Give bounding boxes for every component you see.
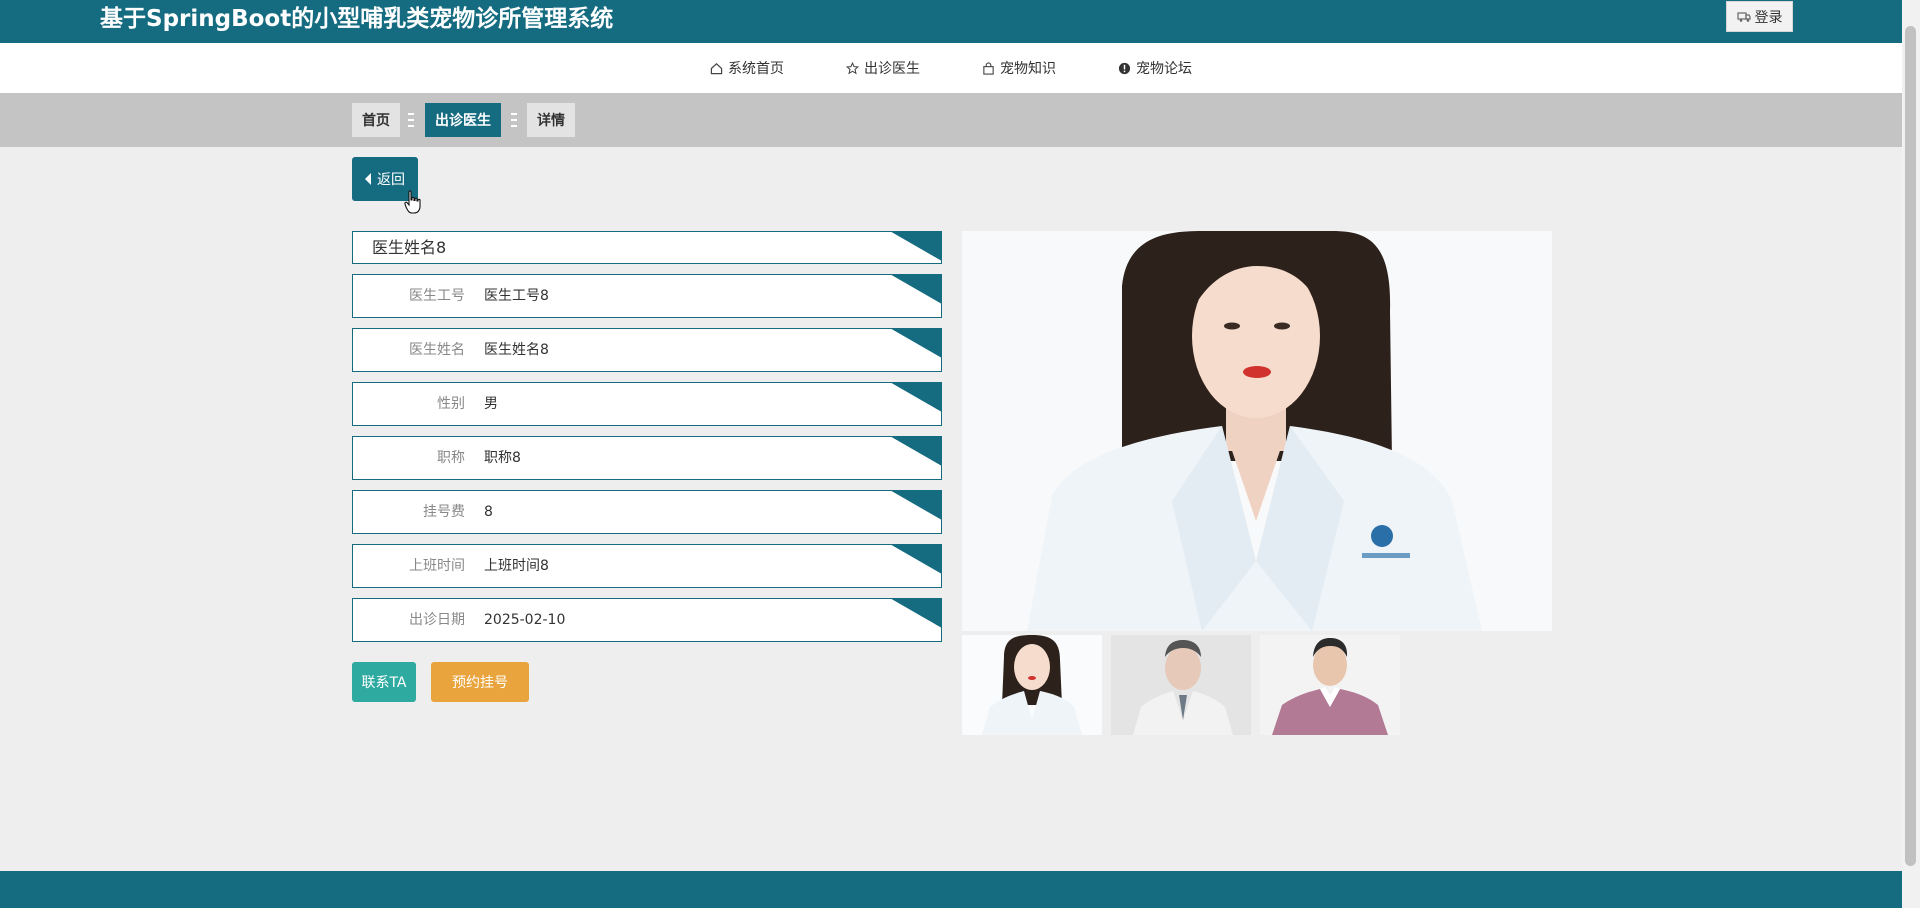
field-label: 医生工号 [409, 288, 465, 304]
thumbnail-2[interactable] [1111, 635, 1251, 735]
nav-item-label: 宠物论坛 [1136, 61, 1192, 77]
corner-ribbon [889, 491, 941, 521]
field-label: 性别 [437, 396, 465, 412]
field-value: 医生工号8 [484, 288, 549, 304]
truck-icon [1736, 11, 1751, 22]
thumbnail-3[interactable] [1260, 635, 1400, 735]
login-button[interactable]: 登录 [1726, 1, 1793, 32]
corner-ribbon [889, 437, 941, 467]
corner-ribbon [889, 232, 941, 262]
login-label: 登录 [1754, 9, 1783, 26]
field-label: 挂号费 [423, 504, 465, 520]
nav-item-forum[interactable]: 宠物论坛 [1118, 43, 1192, 93]
nav-item-knowledge[interactable]: 宠物知识 [982, 43, 1056, 93]
field-value: 男 [484, 396, 498, 412]
footer-bar [0, 871, 1902, 908]
site-title: 基于SpringBoot的小型哺乳类宠物诊所管理系统 [100, 6, 614, 32]
field-value: 2025-02-10 [484, 612, 566, 628]
top-header-bar: 基于SpringBoot的小型哺乳类宠物诊所管理系统 登录 [0, 0, 1902, 43]
star-icon [846, 61, 859, 74]
nav-item-label: 系统首页 [728, 61, 784, 77]
main-nav: 系统首页 出诊医生 宠物知识 宠物论坛 [0, 43, 1902, 93]
corner-ribbon [889, 275, 941, 305]
book-appointment-button[interactable]: 预约挂号 [431, 662, 529, 702]
thumbnail-1[interactable] [962, 635, 1102, 735]
breadcrumb-doctors[interactable]: 出诊医生 [425, 103, 501, 137]
hand-cursor-icon [404, 190, 421, 214]
back-label: 返回 [377, 172, 405, 188]
field-title: 职称 职称8 [352, 436, 942, 480]
breadcrumb: 首页 出诊医生 详情 [0, 93, 1902, 147]
field-value: 职称8 [484, 450, 521, 466]
vertical-scrollbar[interactable] [1902, 0, 1920, 908]
field-work-hours: 上班时间 上班时间8 [352, 544, 942, 588]
breadcrumb-separator [408, 113, 414, 127]
caret-left-icon [365, 173, 371, 185]
scrollbar-thumb[interactable] [1905, 26, 1916, 866]
contact-button[interactable]: 联系TA [352, 662, 416, 702]
field-value: 医生姓名8 [484, 342, 549, 358]
field-gender: 性别 男 [352, 382, 942, 426]
corner-ribbon [889, 545, 941, 575]
field-label: 医生姓名 [409, 342, 465, 358]
doctor-name-title-text: 医生姓名8 [372, 238, 447, 257]
corner-ribbon [889, 383, 941, 413]
breadcrumb-home[interactable]: 首页 [352, 103, 400, 137]
doctor-main-photo [962, 231, 1552, 631]
field-visit-date: 出诊日期 2025-02-10 [352, 598, 942, 642]
nav-item-doctors[interactable]: 出诊医生 [846, 43, 920, 93]
field-value: 8 [484, 504, 493, 520]
nav-item-home[interactable]: 系统首页 [710, 43, 784, 93]
breadcrumb-separator [511, 113, 517, 127]
field-registration-fee: 挂号费 8 [352, 490, 942, 534]
bag-icon [983, 61, 994, 75]
field-value: 上班时间8 [484, 558, 549, 574]
alert-circle-icon [1118, 62, 1131, 74]
corner-ribbon [889, 329, 941, 359]
field-label: 出诊日期 [409, 612, 465, 628]
home-icon [710, 62, 723, 74]
doctor-name-title: 医生姓名8 [352, 231, 942, 264]
field-label: 职称 [437, 450, 465, 466]
corner-ribbon [889, 599, 941, 629]
breadcrumb-detail[interactable]: 详情 [527, 103, 575, 137]
nav-item-label: 宠物知识 [1000, 61, 1056, 77]
field-doctor-id: 医生工号 医生工号8 [352, 274, 942, 318]
nav-item-label: 出诊医生 [864, 61, 920, 77]
field-doctor-name: 医生姓名 医生姓名8 [352, 328, 942, 372]
field-label: 上班时间 [409, 558, 465, 574]
